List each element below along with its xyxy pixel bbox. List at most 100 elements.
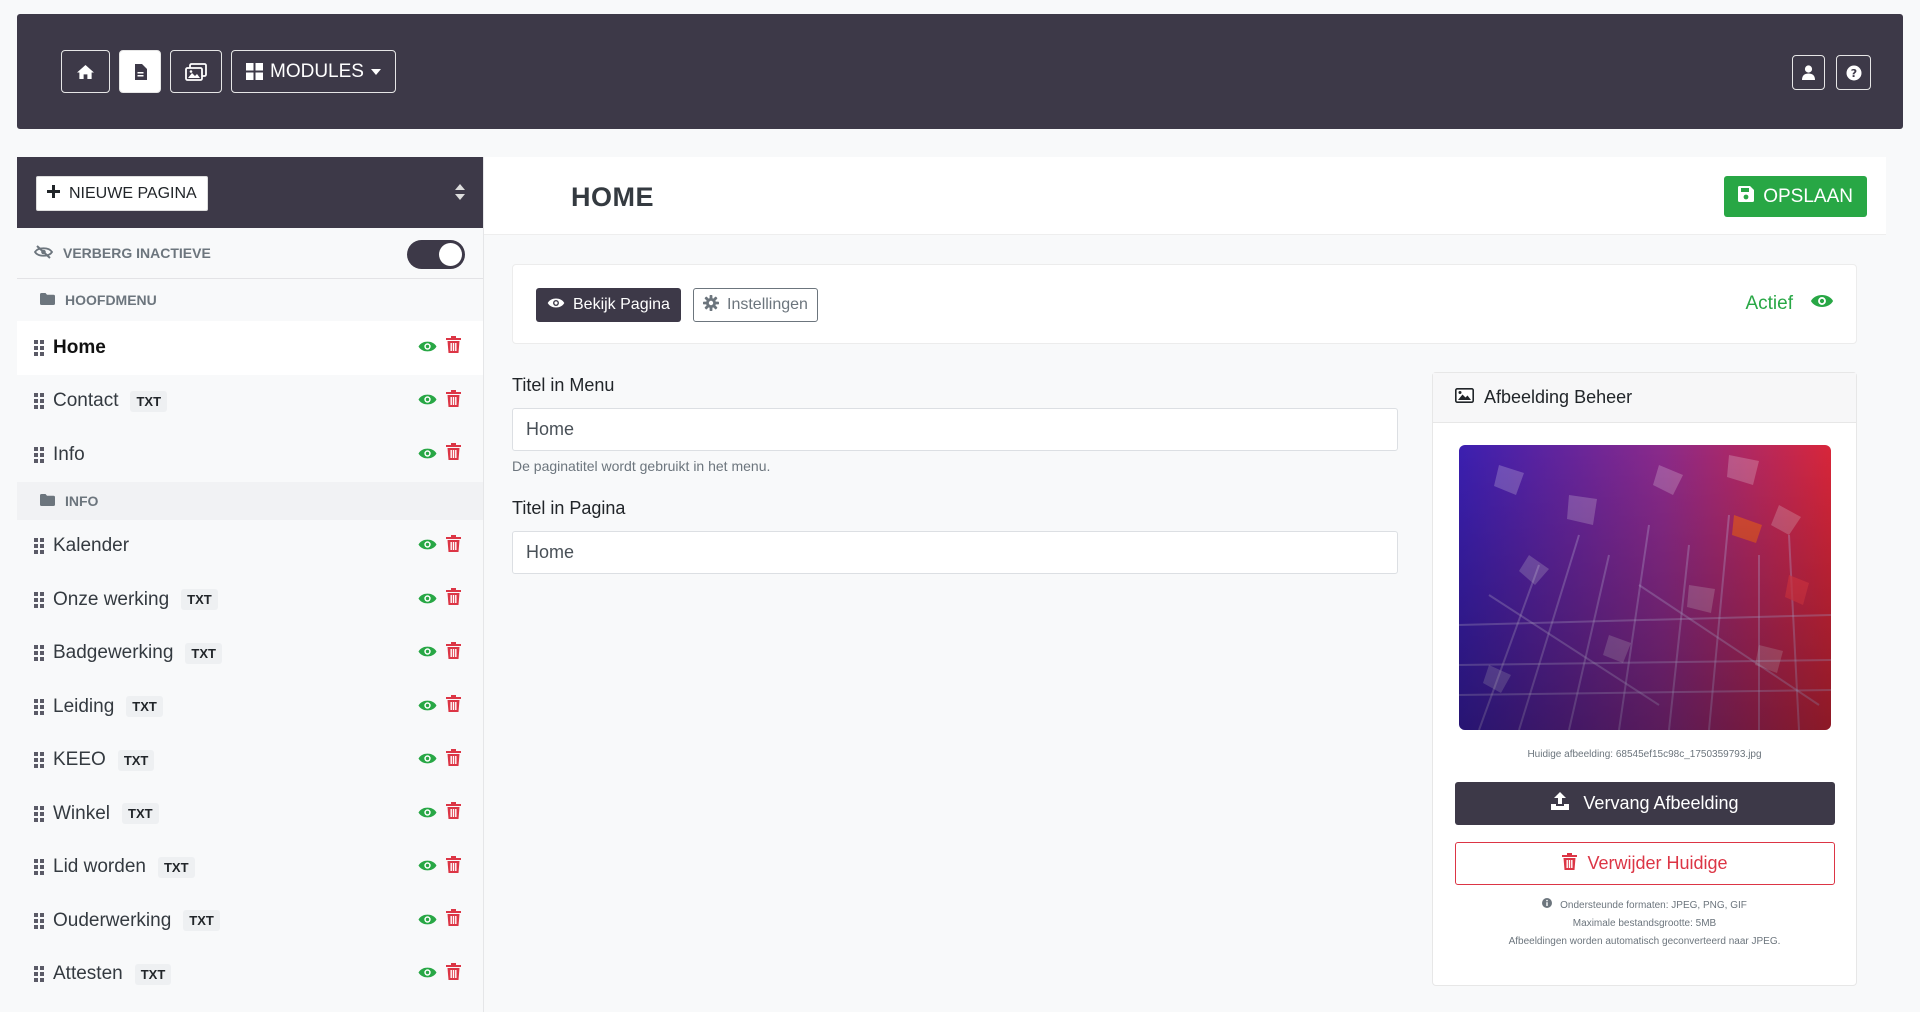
folder-icon — [40, 292, 55, 308]
sort-toggle-button[interactable] — [455, 184, 465, 205]
image-icon — [1455, 387, 1474, 408]
sidebar-item-winkel[interactable]: Winkel TXT — [17, 787, 483, 841]
trash-icon[interactable] — [446, 389, 461, 413]
group-header-info: INFO — [17, 481, 483, 520]
drag-handle-icon[interactable] — [34, 393, 44, 410]
home-nav-button[interactable] — [61, 50, 110, 93]
sidebar-item-ouderwerking[interactable]: Ouderwerking TXT — [17, 894, 483, 948]
replace-image-button[interactable]: Vervang Afbeelding — [1455, 782, 1835, 825]
view-page-label: Bekijk Pagina — [573, 296, 670, 313]
trash-icon[interactable] — [446, 962, 461, 986]
txt-badge: TXT — [181, 589, 218, 611]
convert-note-text: Afbeeldingen worden automatisch geconver… — [1508, 936, 1781, 947]
upload-icon — [1551, 792, 1570, 815]
pages-nav-button[interactable] — [119, 50, 161, 93]
trash-icon[interactable] — [446, 534, 461, 558]
save-button[interactable]: OPSLAAN — [1724, 176, 1867, 217]
eye-icon[interactable] — [418, 337, 437, 359]
user-nav-button[interactable] — [1792, 55, 1825, 90]
sidebar-item-lid-worden[interactable]: Lid worden TXT — [17, 841, 483, 895]
page-name: Winkel — [53, 802, 111, 824]
top-navbar: MODULES ? — [17, 14, 1903, 129]
sidebar-item-info[interactable]: Info — [17, 428, 483, 482]
page-header: HOME OPSLAAN — [484, 157, 1886, 235]
trash-icon[interactable] — [446, 909, 461, 932]
drag-handle-icon[interactable] — [34, 752, 44, 769]
trash-icon[interactable] — [446, 748, 461, 772]
drag-handle-icon[interactable] — [34, 698, 44, 715]
drag-handle-icon[interactable] — [34, 859, 44, 876]
drag-handle-icon[interactable] — [34, 912, 44, 929]
page-name: Onze werking — [53, 588, 170, 610]
trash-icon[interactable] — [446, 695, 461, 718]
trash-icon[interactable] — [446, 588, 461, 611]
eye-icon[interactable] — [418, 444, 437, 466]
txt-badge: TXT — [157, 856, 195, 878]
current-image-preview — [1459, 445, 1831, 730]
page-name: Leiding — [53, 695, 115, 717]
eye-icon[interactable] — [418, 390, 437, 412]
trash-icon[interactable] — [446, 443, 461, 466]
page-name: Attesten — [53, 963, 123, 985]
sidebar-item-contact[interactable]: Contact TXT — [17, 375, 483, 429]
drag-handle-icon[interactable] — [34, 538, 44, 555]
sidebar-item-keeo[interactable]: KEEO TXT — [17, 734, 483, 788]
save-icon — [1738, 185, 1755, 208]
replace-image-label: Vervang Afbeelding — [1583, 793, 1739, 813]
page-title-input[interactable] — [512, 531, 1398, 574]
sidebar-item-attesten[interactable]: Attesten TXT — [17, 948, 483, 1002]
eye-icon[interactable] — [418, 642, 437, 664]
menu-title-input[interactable] — [512, 408, 1398, 451]
menu-title-help: De paginatitel wordt gebruikt in het men… — [512, 458, 771, 474]
trash-icon[interactable] — [446, 336, 461, 359]
group-label: HOOFDMENU — [65, 292, 157, 308]
status-indicator[interactable]: Actief — [1745, 293, 1834, 315]
page-name: Badgewerking — [53, 642, 174, 664]
drag-handle-icon[interactable] — [34, 591, 44, 608]
eye-icon[interactable] — [418, 589, 437, 611]
eye-icon[interactable] — [418, 749, 437, 771]
eye-icon[interactable] — [418, 535, 437, 557]
caret-down-icon — [370, 68, 381, 75]
drag-handle-icon[interactable] — [34, 966, 44, 983]
image-card-title: Afbeelding Beheer — [1484, 387, 1633, 407]
sidebar-item-badgewerking[interactable]: Badgewerking TXT — [17, 627, 483, 681]
trash-icon[interactable] — [446, 802, 461, 825]
images-icon — [185, 62, 207, 81]
hide-inactive-toggle[interactable] — [407, 240, 465, 269]
modules-dropdown[interactable]: MODULES — [231, 50, 396, 93]
drag-handle-icon[interactable] — [34, 805, 44, 822]
trash-icon[interactable] — [446, 855, 461, 879]
help-icon: ? — [1846, 65, 1862, 81]
drag-handle-icon[interactable] — [34, 339, 44, 356]
trash-icon[interactable] — [446, 641, 461, 665]
eye-icon[interactable] — [418, 963, 437, 985]
sidebar-item-kalender[interactable]: Kalender — [17, 520, 483, 574]
delete-image-button[interactable]: Verwijder Huidige — [1455, 842, 1835, 885]
txt-badge: TXT — [117, 749, 155, 771]
sidebar-item-home[interactable]: Home — [17, 321, 483, 375]
supported-formats-text: Ondersteunde formaten: JPEG, PNG, GIF — [1560, 900, 1747, 911]
txt-badge: TXT — [130, 390, 168, 412]
help-nav-button[interactable]: ? — [1836, 55, 1871, 90]
eye-icon[interactable] — [418, 696, 437, 718]
page-name: KEEO — [53, 749, 106, 771]
new-page-button[interactable]: NIEUWE PAGINA — [36, 176, 208, 211]
eye-icon[interactable] — [418, 803, 437, 825]
eye-icon — [1810, 293, 1834, 315]
eye-icon[interactable] — [418, 856, 437, 878]
settings-label: Instellingen — [727, 296, 808, 313]
settings-button[interactable]: Instellingen — [693, 288, 818, 322]
page-name: Contact — [53, 390, 119, 412]
grid-icon — [246, 63, 263, 80]
drag-handle-icon[interactable] — [34, 446, 44, 463]
drag-handle-icon[interactable] — [34, 645, 44, 662]
svg-text:?: ? — [1850, 67, 1856, 80]
sidebar-item-leiding[interactable]: Leiding TXT — [17, 680, 483, 734]
image-card-header: Afbeelding Beheer — [1433, 373, 1856, 423]
page-name: Home — [53, 336, 106, 358]
sidebar-item-onze-werking[interactable]: Onze werking TXT — [17, 573, 483, 627]
eye-icon[interactable] — [418, 910, 437, 932]
media-nav-button[interactable] — [170, 50, 222, 93]
view-page-button[interactable]: Bekijk Pagina — [536, 288, 681, 322]
